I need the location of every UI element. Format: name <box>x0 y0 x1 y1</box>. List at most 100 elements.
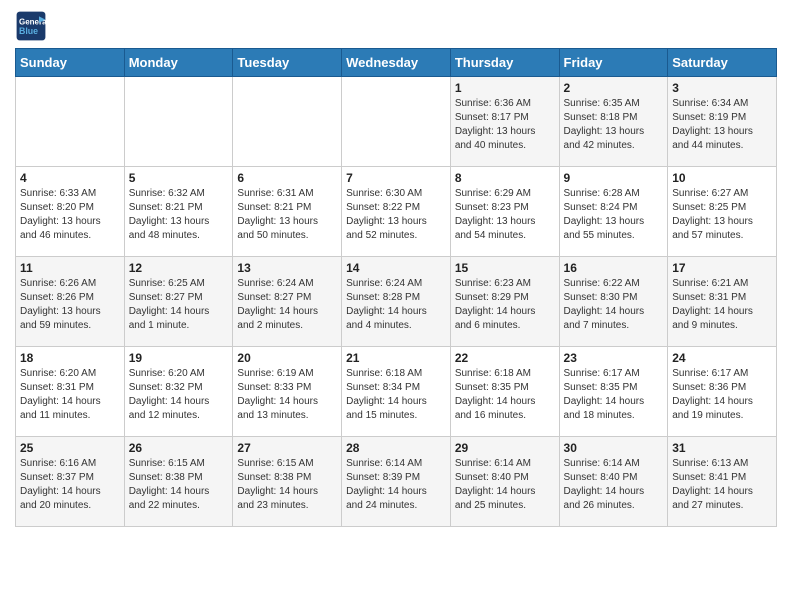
day-content: Sunrise: 6:18 AM Sunset: 8:35 PM Dayligh… <box>455 367 555 423</box>
day-content: Sunrise: 6:14 AM Sunset: 8:39 PM Dayligh… <box>346 457 446 513</box>
weekday-header-sunday: Sunday <box>16 49 125 77</box>
day-number: 20 <box>237 351 337 365</box>
day-content: Sunrise: 6:22 AM Sunset: 8:30 PM Dayligh… <box>564 277 664 333</box>
day-content: Sunrise: 6:13 AM Sunset: 8:41 PM Dayligh… <box>672 457 772 513</box>
calendar-week-4: 18Sunrise: 6:20 AM Sunset: 8:31 PM Dayli… <box>16 347 777 437</box>
calendar-cell: 17 Sunrise: 6:21 AM Sunset: 8:31 PM Dayli… <box>668 257 777 347</box>
weekday-header-tuesday: Tuesday <box>233 49 342 77</box>
day-number: 6 <box>237 171 337 185</box>
calendar-week-1: 1 Sunrise: 6:36 AM Sunset: 8:17 PM Daylig… <box>16 77 777 167</box>
day-number: 30 <box>564 441 664 455</box>
calendar-cell: 1 Sunrise: 6:36 AM Sunset: 8:17 PM Daylig… <box>450 77 559 167</box>
calendar-cell: 25 Sunrise: 6:16 AM Sunset: 8:37 PM Dayli… <box>16 437 125 527</box>
day-number: 3 <box>672 81 772 95</box>
calendar-cell: 13 Sunrise: 6:24 AM Sunset: 8:27 PM Dayli… <box>233 257 342 347</box>
day-number: 21 <box>346 351 446 365</box>
day-content: Sunrise: 6:24 AM Sunset: 8:27 PM Dayligh… <box>237 277 337 333</box>
day-content: Sunrise: 6:28 AM Sunset: 8:24 PM Dayligh… <box>564 187 664 243</box>
day-number: 12 <box>129 261 229 275</box>
day-content: Sunrise: 6:17 AM Sunset: 8:35 PM Dayligh… <box>564 367 664 423</box>
day-content: Sunrise: 6:25 AM Sunset: 8:27 PM Dayligh… <box>129 277 229 333</box>
day-content: Sunrise: 6:26 AM Sunset: 8:26 PM Dayligh… <box>20 277 120 333</box>
day-number: 24 <box>672 351 772 365</box>
calendar-cell <box>233 77 342 167</box>
calendar-cell: 8Sunrise: 6:29 AM Sunset: 8:23 PM Daylig… <box>450 167 559 257</box>
day-number: 10 <box>672 171 772 185</box>
calendar-cell: 31 Sunrise: 6:13 AM Sunset: 8:41 PM Dayli… <box>668 437 777 527</box>
calendar-cell: 15 Sunrise: 6:23 AM Sunset: 8:29 PM Dayli… <box>450 257 559 347</box>
day-content: Sunrise: 6:27 AM Sunset: 8:25 PM Dayligh… <box>672 187 772 243</box>
calendar-week-3: 11 Sunrise: 6:26 AM Sunset: 8:26 PM Dayli… <box>16 257 777 347</box>
day-content: Sunrise: 6:35 AM Sunset: 8:18 PM Dayligh… <box>564 97 664 153</box>
day-number: 1 <box>455 81 555 95</box>
svg-text:Blue: Blue <box>19 26 38 36</box>
calendar-cell: 22 Sunrise: 6:18 AM Sunset: 8:35 PM Dayli… <box>450 347 559 437</box>
logo-icon: General Blue <box>15 10 47 42</box>
calendar-cell: 29 Sunrise: 6:14 AM Sunset: 8:40 PM Dayli… <box>450 437 559 527</box>
day-content: Sunrise: 6:14 AM Sunset: 8:40 PM Dayligh… <box>455 457 555 513</box>
day-number: 26 <box>129 441 229 455</box>
day-number: 13 <box>237 261 337 275</box>
weekday-header-row: SundayMondayTuesdayWednesdayThursdayFrid… <box>16 49 777 77</box>
day-content: Sunrise: 6:24 AM Sunset: 8:28 PM Dayligh… <box>346 277 446 333</box>
day-number: 22 <box>455 351 555 365</box>
day-number: 14 <box>346 261 446 275</box>
day-number: 15 <box>455 261 555 275</box>
day-number: 18 <box>20 351 120 365</box>
day-content: Sunrise: 6:32 AM Sunset: 8:21 PM Dayligh… <box>129 187 229 243</box>
day-content: Sunrise: 6:15 AM Sunset: 8:38 PM Dayligh… <box>129 457 229 513</box>
day-content: Sunrise: 6:21 AM Sunset: 8:31 PM Dayligh… <box>672 277 772 333</box>
day-number: 8 <box>455 171 555 185</box>
calendar-cell: 16 Sunrise: 6:22 AM Sunset: 8:30 PM Dayli… <box>559 257 668 347</box>
calendar-cell: 11 Sunrise: 6:26 AM Sunset: 8:26 PM Dayli… <box>16 257 125 347</box>
calendar-cell: 28 Sunrise: 6:14 AM Sunset: 8:39 PM Dayli… <box>342 437 451 527</box>
weekday-header-wednesday: Wednesday <box>342 49 451 77</box>
day-content: Sunrise: 6:36 AM Sunset: 8:17 PM Dayligh… <box>455 97 555 153</box>
day-number: 7 <box>346 171 446 185</box>
calendar-cell: 4 Sunrise: 6:33 AM Sunset: 8:20 PM Daylig… <box>16 167 125 257</box>
calendar-cell: 19 Sunrise: 6:20 AM Sunset: 8:32 PM Dayli… <box>124 347 233 437</box>
day-number: 25 <box>20 441 120 455</box>
day-content: Sunrise: 6:23 AM Sunset: 8:29 PM Dayligh… <box>455 277 555 333</box>
calendar-cell: 23Sunrise: 6:17 AM Sunset: 8:35 PM Dayli… <box>559 347 668 437</box>
weekday-header-thursday: Thursday <box>450 49 559 77</box>
calendar-cell: 10 Sunrise: 6:27 AM Sunset: 8:25 PM Dayli… <box>668 167 777 257</box>
day-number: 9 <box>564 171 664 185</box>
day-content: Sunrise: 6:15 AM Sunset: 8:38 PM Dayligh… <box>237 457 337 513</box>
logo: General Blue <box>15 10 47 42</box>
day-number: 28 <box>346 441 446 455</box>
calendar-week-2: 4 Sunrise: 6:33 AM Sunset: 8:20 PM Daylig… <box>16 167 777 257</box>
calendar-cell: 20Sunrise: 6:19 AM Sunset: 8:33 PM Dayli… <box>233 347 342 437</box>
day-content: Sunrise: 6:14 AM Sunset: 8:40 PM Dayligh… <box>564 457 664 513</box>
day-number: 29 <box>455 441 555 455</box>
calendar-cell: 14 Sunrise: 6:24 AM Sunset: 8:28 PM Dayli… <box>342 257 451 347</box>
day-number: 16 <box>564 261 664 275</box>
calendar-cell: 2Sunrise: 6:35 AM Sunset: 8:18 PM Daylig… <box>559 77 668 167</box>
weekday-header-friday: Friday <box>559 49 668 77</box>
calendar-cell: 5Sunrise: 6:32 AM Sunset: 8:21 PM Daylig… <box>124 167 233 257</box>
day-number: 31 <box>672 441 772 455</box>
calendar-cell: 12 Sunrise: 6:25 AM Sunset: 8:27 PM Dayli… <box>124 257 233 347</box>
calendar-cell <box>124 77 233 167</box>
header: General Blue <box>15 10 777 42</box>
calendar-table: SundayMondayTuesdayWednesdayThursdayFrid… <box>15 48 777 527</box>
day-content: Sunrise: 6:31 AM Sunset: 8:21 PM Dayligh… <box>237 187 337 243</box>
day-content: Sunrise: 6:16 AM Sunset: 8:37 PM Dayligh… <box>20 457 120 513</box>
calendar-cell: 27 Sunrise: 6:15 AM Sunset: 8:38 PM Dayli… <box>233 437 342 527</box>
calendar-cell: 6 Sunrise: 6:31 AM Sunset: 8:21 PM Daylig… <box>233 167 342 257</box>
day-content: Sunrise: 6:20 AM Sunset: 8:32 PM Dayligh… <box>129 367 229 423</box>
calendar-cell: 26 Sunrise: 6:15 AM Sunset: 8:38 PM Dayli… <box>124 437 233 527</box>
weekday-header-saturday: Saturday <box>668 49 777 77</box>
day-number: 27 <box>237 441 337 455</box>
day-number: 4 <box>20 171 120 185</box>
calendar-cell: 9 Sunrise: 6:28 AM Sunset: 8:24 PM Daylig… <box>559 167 668 257</box>
day-number: 11 <box>20 261 120 275</box>
calendar-cell: 7Sunrise: 6:30 AM Sunset: 8:22 PM Daylig… <box>342 167 451 257</box>
day-content: Sunrise: 6:33 AM Sunset: 8:20 PM Dayligh… <box>20 187 120 243</box>
day-content: Sunrise: 6:34 AM Sunset: 8:19 PM Dayligh… <box>672 97 772 153</box>
day-number: 17 <box>672 261 772 275</box>
calendar-cell: 3 Sunrise: 6:34 AM Sunset: 8:19 PM Daylig… <box>668 77 777 167</box>
calendar-cell: 21Sunrise: 6:18 AM Sunset: 8:34 PM Dayli… <box>342 347 451 437</box>
day-number: 19 <box>129 351 229 365</box>
weekday-header-monday: Monday <box>124 49 233 77</box>
